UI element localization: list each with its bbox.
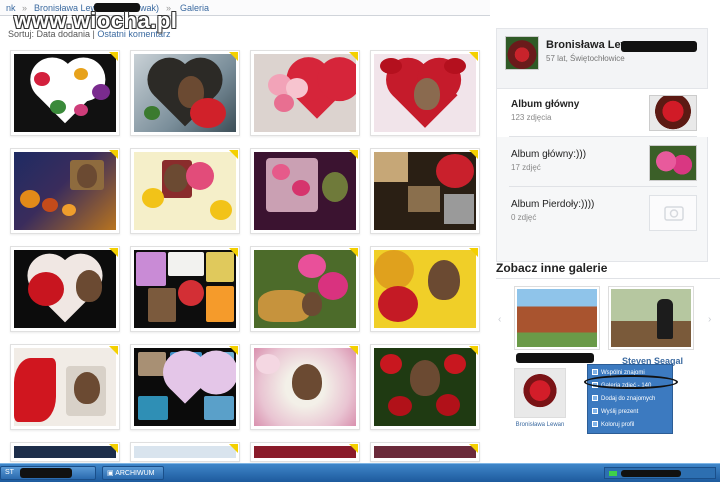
photo-image bbox=[254, 446, 356, 458]
photo-thumbnail[interactable] bbox=[130, 50, 240, 136]
redaction bbox=[516, 353, 594, 363]
photo-image bbox=[134, 446, 236, 458]
photo-image bbox=[14, 348, 116, 426]
photo-image bbox=[374, 152, 476, 230]
gallery-thumbnail[interactable] bbox=[608, 286, 694, 350]
album-count: 0 zdjęć bbox=[511, 213, 537, 222]
photo-image bbox=[14, 446, 116, 458]
photo-image bbox=[134, 250, 236, 328]
divider bbox=[496, 278, 720, 279]
photo-image bbox=[14, 250, 116, 328]
redaction bbox=[621, 41, 697, 52]
photo-thumbnail[interactable] bbox=[130, 246, 240, 332]
redaction bbox=[20, 468, 72, 478]
gallery-photo bbox=[517, 289, 597, 347]
album-item[interactable]: Album główny:))) 17 zdjęć bbox=[497, 139, 709, 187]
photo-image bbox=[254, 250, 356, 328]
taskbar-archive-button[interactable]: ▣ ARCHIWUM bbox=[102, 466, 164, 480]
photo-thumbnail[interactable] bbox=[10, 442, 120, 462]
profile-card: Bronisława Lew 57 lat, Świętochłowice bbox=[496, 28, 708, 90]
system-tray bbox=[604, 467, 716, 479]
photo-thumbnail[interactable] bbox=[10, 344, 120, 430]
redaction bbox=[621, 470, 681, 477]
photo-thumbnail[interactable] bbox=[370, 442, 480, 462]
avatar[interactable] bbox=[505, 36, 539, 70]
photo-thumbnail[interactable] bbox=[250, 246, 360, 332]
album-count: 17 zdjęć bbox=[511, 163, 541, 172]
photo-image bbox=[374, 446, 476, 458]
photo-thumbnail[interactable] bbox=[250, 148, 360, 234]
watermark: www.wiocha.pl bbox=[14, 8, 178, 33]
photo-image bbox=[134, 152, 236, 230]
photo-image bbox=[134, 54, 236, 132]
gallery-thumbnail[interactable] bbox=[514, 286, 600, 350]
photo-image bbox=[254, 152, 356, 230]
breadcrumb-item[interactable]: Galeria bbox=[180, 3, 209, 13]
photo-thumbnail[interactable] bbox=[370, 344, 480, 430]
album-list: Album główny 123 zdjęcia Album główny:))… bbox=[496, 88, 709, 262]
status-indicator-icon bbox=[609, 471, 617, 476]
menu-item[interactable]: Dodaj do znajomych bbox=[592, 395, 655, 402]
menu-item[interactable]: Koloruj profil bbox=[592, 421, 634, 428]
friend-name[interactable]: Bronisława Lewan bbox=[514, 422, 566, 429]
archive-icon: ▣ bbox=[107, 470, 116, 477]
photo-thumbnail[interactable] bbox=[10, 246, 120, 332]
album-name[interactable]: Album główny bbox=[511, 99, 579, 110]
carousel-prev-icon[interactable]: ‹ bbox=[498, 314, 501, 325]
photo-image bbox=[374, 54, 476, 132]
taskbar: ST ▣ ARCHIWUM bbox=[0, 463, 720, 482]
photo-image bbox=[374, 348, 476, 426]
album-thumbnail[interactable] bbox=[649, 95, 697, 131]
menu-item[interactable]: Wyślij prezent bbox=[592, 408, 638, 415]
photo-thumbnail[interactable] bbox=[370, 246, 480, 332]
photo-thumbnail[interactable] bbox=[130, 344, 240, 430]
photo-image bbox=[14, 54, 116, 132]
profile-info: 57 lat, Świętochłowice bbox=[546, 54, 625, 63]
album-count: 123 zdjęcia bbox=[511, 113, 552, 122]
divider bbox=[509, 136, 697, 137]
photo-thumbnail[interactable] bbox=[370, 50, 480, 136]
photo-thumbnail[interactable] bbox=[10, 148, 120, 234]
heart-shape bbox=[169, 372, 201, 404]
album-thumbnail[interactable] bbox=[649, 145, 697, 181]
other-galleries-title: Zobacz inne galerie bbox=[496, 261, 608, 275]
menu-bullet-icon bbox=[592, 421, 598, 427]
photo-image bbox=[254, 54, 356, 132]
carousel-next-icon[interactable]: › bbox=[708, 314, 711, 325]
divider bbox=[509, 186, 697, 187]
photo-thumbnail[interactable] bbox=[10, 50, 120, 136]
gallery-photo bbox=[611, 289, 691, 347]
menu-bullet-icon bbox=[592, 369, 598, 375]
photo-image bbox=[134, 348, 236, 426]
profile-name[interactable]: Bronisława Lew bbox=[546, 39, 629, 51]
friend-avatar[interactable] bbox=[514, 368, 566, 418]
empty-album-icon[interactable] bbox=[649, 195, 697, 231]
menu-bullet-icon bbox=[592, 395, 598, 401]
album-name[interactable]: Album Pierdoły:)))) bbox=[511, 199, 594, 210]
photo-thumbnail[interactable] bbox=[130, 148, 240, 234]
photo-thumbnail[interactable] bbox=[130, 442, 240, 462]
album-name[interactable]: Album główny:))) bbox=[511, 149, 586, 160]
photo-image bbox=[14, 152, 116, 230]
menu-bullet-icon bbox=[592, 408, 598, 414]
photo-thumbnail[interactable] bbox=[370, 148, 480, 234]
highlight-circle bbox=[584, 375, 678, 389]
photo-thumbnail[interactable] bbox=[250, 442, 360, 462]
album-item[interactable]: Album Pierdoły:)))) 0 zdjęć bbox=[497, 189, 709, 237]
photo-image bbox=[254, 348, 356, 426]
photo-image bbox=[374, 250, 476, 328]
album-item[interactable]: Album główny 123 zdjęcia bbox=[497, 89, 709, 137]
photo-thumbnail[interactable] bbox=[250, 50, 360, 136]
photo-thumbnail[interactable] bbox=[250, 344, 360, 430]
